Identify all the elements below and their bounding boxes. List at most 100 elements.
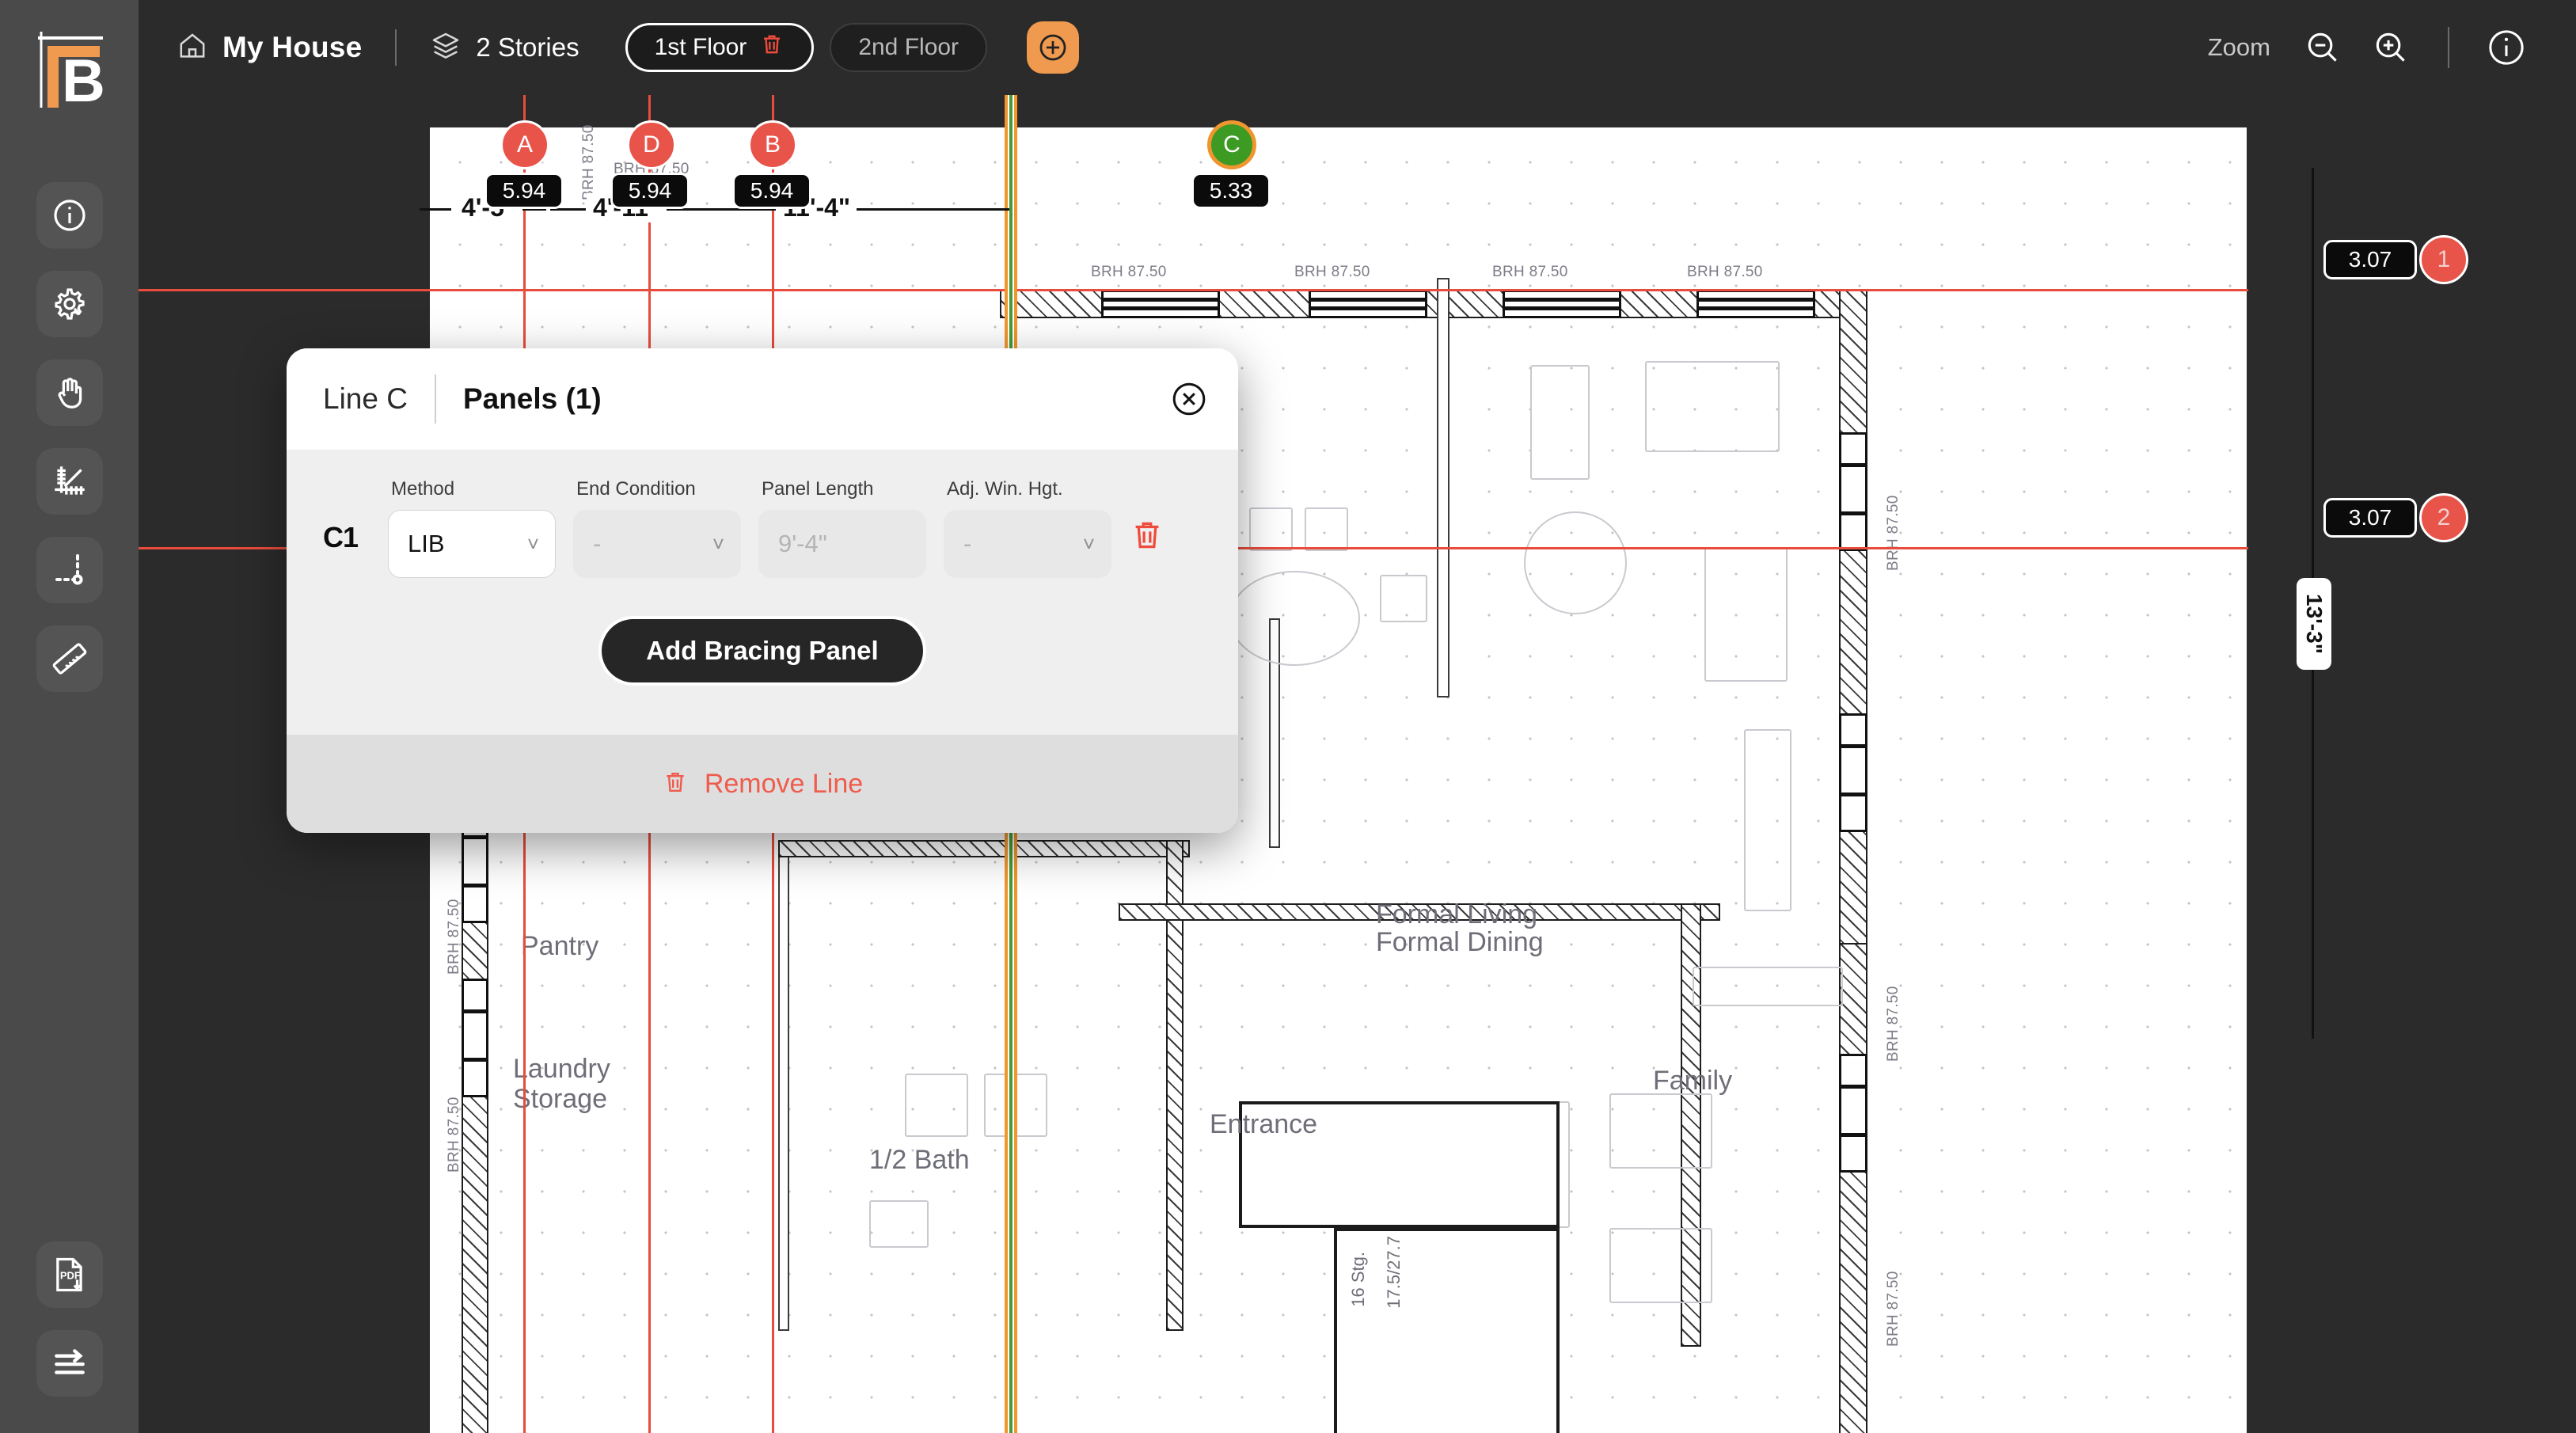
field-end-condition: End Condition - ˅ [573, 478, 741, 578]
end-condition-select[interactable]: - ˅ [573, 510, 741, 578]
wall-interior-d [1437, 278, 1449, 697]
furniture [1530, 365, 1590, 480]
brh-label: BRH 87.50 [1492, 264, 1568, 280]
floor-tab-2nd-label: 2nd Floor [858, 34, 959, 60]
layers-icon [430, 30, 462, 66]
grid-node-c-value[interactable]: 5.33 [1191, 173, 1271, 209]
grid-node-b[interactable]: B [748, 120, 797, 169]
brh-label: BRH 87.50 [1885, 495, 1902, 571]
grid-node-a-value[interactable]: 5.94 [484, 173, 564, 209]
grid-node-1[interactable]: 1 [2419, 235, 2468, 284]
furniture [1380, 575, 1427, 622]
panel-row: C1 Method LIB ˅ End Condition - ˅ Panel … [323, 478, 1202, 578]
dialog-body: C1 Method LIB ˅ End Condition - ˅ Panel … [287, 450, 1238, 735]
close-icon[interactable] [1170, 380, 1208, 418]
field-label-adj-win-hgt: Adj. Win. Hgt. [947, 478, 1063, 500]
chevron-down-icon: ˅ [712, 532, 724, 556]
trash-icon [662, 769, 689, 800]
trash-icon[interactable] [759, 32, 785, 63]
field-adj-win-hgt: Adj. Win. Hgt. - ˅ [944, 478, 1111, 578]
divider [395, 29, 397, 66]
dialog-panels-label: Panels (1) [462, 382, 602, 415]
stair-label-count: 16 Stg. [1348, 1252, 1368, 1307]
app-logo[interactable]: B [0, 0, 139, 139]
remove-line-label: Remove Line [704, 768, 864, 799]
sidebar-item-chart[interactable] [36, 448, 103, 515]
grid-node-d-value[interactable]: 5.94 [610, 173, 690, 209]
remove-line-button[interactable]: Remove Line [287, 735, 1238, 833]
wall-interior-a [778, 840, 789, 1331]
dimension-tick [851, 208, 1009, 211]
sidebar-item-node[interactable] [36, 537, 103, 603]
grid-node-a[interactable]: A [500, 120, 549, 169]
adj-win-hgt-select-value: - [963, 530, 972, 557]
floor-tab-1st[interactable]: 1st Floor [625, 23, 815, 72]
room-label-half-bath: 1/2 Bath [869, 1145, 970, 1175]
grid-node-2[interactable]: 2 [2419, 493, 2468, 542]
sidebar-item-settings[interactable] [36, 271, 103, 337]
sidebar-tools [36, 182, 103, 692]
project-breadcrumb[interactable]: My House [177, 30, 362, 66]
bracing-line-1 [139, 289, 2248, 291]
grid-node-d[interactable]: D [627, 120, 676, 169]
wall-right-upper [1839, 290, 1867, 986]
page-title: My House [222, 31, 363, 63]
furniture [1524, 511, 1627, 614]
grid-node-2-value[interactable]: 3.07 [2323, 498, 2417, 538]
method-select[interactable]: LIB ˅ [388, 510, 556, 578]
dimension-tick [420, 208, 451, 211]
zoom-out-icon[interactable] [2301, 25, 2345, 70]
sidebar-bottom-tools: PDF [36, 1241, 103, 1397]
add-floor-button[interactable] [1027, 21, 1080, 74]
panel-length-placeholder: 9'-4" [778, 530, 827, 557]
panel-length-input[interactable]: 9'-4" [758, 510, 926, 578]
floor-tab-2nd[interactable]: 2nd Floor [830, 23, 988, 72]
wall-interior-b [778, 840, 1190, 857]
sidebar-item-measure[interactable] [36, 625, 103, 692]
window [1101, 290, 1220, 318]
brh-label: BRH 87.50 [446, 1097, 462, 1173]
delete-panel-button[interactable] [1129, 517, 1165, 578]
field-method: Method LIB ˅ [388, 478, 556, 578]
dimension-label-right: 13'-3" [2297, 578, 2331, 670]
room-label-storage: Storage [513, 1084, 608, 1114]
field-panel-length: Panel Length 9'-4" [758, 478, 926, 578]
room-label-formal-dining: Formal Dining [1376, 927, 1544, 957]
grid-node-c[interactable]: C [1207, 120, 1256, 169]
adj-win-hgt-select[interactable]: - ˅ [944, 510, 1111, 578]
sidebar-item-export-pdf[interactable]: PDF [36, 1241, 103, 1308]
grid-node-1-value[interactable]: 3.07 [2323, 240, 2417, 279]
dialog-header: Line C Panels (1) [287, 348, 1238, 450]
info-circle-icon[interactable] [2484, 25, 2529, 70]
brh-label: BRH 87.50 [1885, 986, 1902, 1062]
zoom-controls: Zoom [2208, 25, 2576, 70]
divider [434, 374, 436, 424]
stories-label: 2 Stories [476, 32, 579, 62]
floor-selector: 1st Floor 2nd Floor [625, 21, 1080, 74]
window [1696, 290, 1815, 318]
furniture [1744, 729, 1791, 911]
zoom-in-icon[interactable] [2369, 25, 2413, 70]
floor-tab-1st-label: 1st Floor [654, 34, 747, 60]
brh-label: BRH 87.50 [580, 124, 597, 200]
dialog-line-label: Line C [323, 382, 408, 415]
field-label-method: Method [391, 478, 455, 500]
chevron-down-icon: ˅ [526, 532, 539, 556]
top-bar: My House 2 Stories 1st Floor 2nd Floor Z… [139, 0, 2576, 95]
window [1839, 432, 1867, 551]
window [1309, 290, 1427, 318]
brh-label: BRH 87.50 [1091, 264, 1167, 280]
grid-node-b-value[interactable]: 5.94 [732, 173, 811, 209]
window [1839, 713, 1867, 832]
zoom-label: Zoom [2207, 33, 2270, 61]
brh-label: BRH 87.50 [1687, 264, 1763, 280]
brh-label: BRH 87.50 [446, 899, 462, 975]
add-bracing-panel-button[interactable]: Add Bracing Panel [598, 616, 926, 686]
sidebar-item-pan[interactable] [36, 359, 103, 426]
room-label-formal-living: Formal Living [1376, 899, 1538, 929]
stair-label-rise: 17.5/27.7 [1384, 1236, 1404, 1309]
end-condition-select-value: - [593, 530, 602, 557]
sidebar-item-info[interactable] [36, 182, 103, 249]
furniture [1249, 507, 1293, 551]
sidebar-item-menu[interactable] [36, 1330, 103, 1397]
